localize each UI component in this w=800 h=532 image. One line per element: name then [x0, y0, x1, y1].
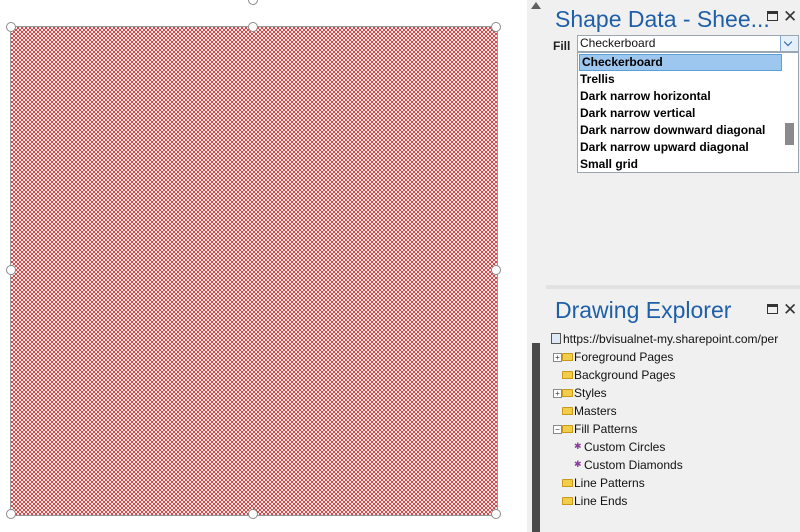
- chevron-down-icon: [783, 37, 793, 47]
- option-dark-narrow-downward-diagonal[interactable]: Dark narrow downward diagonal: [578, 122, 782, 139]
- shape-data-title: Shape Data - Shee...: [555, 6, 770, 32]
- document-icon: [551, 333, 561, 344]
- tree-item-masters[interactable]: Masters: [551, 402, 800, 420]
- fill-dropdown[interactable]: Checkerboard: [577, 35, 799, 52]
- fill-pattern-icon: ✱: [574, 459, 582, 469]
- tree-item-fill-patterns[interactable]: − Fill Patterns: [551, 420, 800, 438]
- tree-item-label: Line Ends: [574, 494, 628, 508]
- tree-item-label: Foreground Pages: [574, 350, 674, 364]
- resize-handle-top-left[interactable]: [6, 22, 16, 32]
- vertical-scrollbar[interactable]: [527, 0, 546, 532]
- fill-pattern-icon: ✱: [574, 441, 582, 451]
- folder-icon: [562, 371, 573, 379]
- resize-handle-top[interactable]: [248, 22, 258, 32]
- tree-item-label: Custom Circles: [584, 440, 666, 454]
- dropdown-button[interactable]: [780, 36, 798, 51]
- drawing-canvas[interactable]: [0, 0, 527, 532]
- tree-item-line-ends[interactable]: Line Ends: [551, 492, 800, 510]
- tree-item-label: Styles: [574, 386, 607, 400]
- resize-handle-bottom-right[interactable]: [491, 509, 501, 519]
- window-icon[interactable]: [767, 11, 778, 21]
- tree-root[interactable]: https://bvisualnet-my.sharepoint.com/per: [551, 330, 800, 348]
- close-icon[interactable]: ✕: [783, 301, 797, 318]
- folder-icon: [562, 389, 573, 397]
- option-checkerboard[interactable]: Checkerboard: [579, 54, 782, 71]
- tree-item-label: Fill Patterns: [574, 422, 638, 436]
- resize-handle-right[interactable]: [491, 265, 501, 275]
- tree-item-background-pages[interactable]: Background Pages: [551, 366, 800, 384]
- resize-handle-top-right[interactable]: [491, 22, 501, 32]
- option-dark-narrow-upward-diagonal[interactable]: Dark narrow upward diagonal: [578, 139, 782, 156]
- side-panels: Shape Data - Shee... ✕ Fill Checkerboard…: [546, 0, 800, 532]
- checkerboard-shape[interactable]: [10, 26, 498, 516]
- tree-item-line-patterns[interactable]: Line Patterns: [551, 474, 800, 492]
- window-icon[interactable]: [767, 304, 778, 314]
- panel-divider[interactable]: [546, 285, 800, 289]
- explorer-tree: https://bvisualnet-my.sharepoint.com/per…: [551, 330, 800, 510]
- tree-item-label: Line Patterns: [574, 476, 645, 490]
- option-dark-narrow-horizontal[interactable]: Dark narrow horizontal: [578, 88, 782, 105]
- folder-icon: [562, 425, 573, 433]
- tree-item-foreground-pages[interactable]: + Foreground Pages: [551, 348, 800, 366]
- tree-item-label: Masters: [574, 404, 617, 418]
- tree-item-styles[interactable]: + Styles: [551, 384, 800, 402]
- resize-handle-bottom-left[interactable]: [6, 509, 16, 519]
- list-scrollbar-thumb[interactable]: [785, 123, 794, 145]
- drawing-explorer-title: Drawing Explorer: [555, 297, 732, 323]
- tree-item-custom-diamonds[interactable]: ✱ Custom Diamonds: [551, 456, 800, 474]
- option-small-grid[interactable]: Small grid: [578, 156, 782, 172]
- scrollbar-thumb[interactable]: [532, 343, 540, 532]
- option-dark-narrow-vertical[interactable]: Dark narrow vertical: [578, 105, 782, 122]
- option-trellis[interactable]: Trellis: [578, 71, 782, 88]
- close-icon[interactable]: ✕: [783, 8, 797, 25]
- minus-box-icon[interactable]: −: [553, 425, 562, 434]
- tree-root-label: https://bvisualnet-my.sharepoint.com/per: [563, 332, 779, 346]
- folder-icon: [562, 497, 573, 505]
- resize-handle-bottom[interactable]: [248, 509, 258, 519]
- plus-box-icon[interactable]: +: [553, 353, 562, 362]
- fill-options-list[interactable]: Checkerboard Trellis Dark narrow horizon…: [577, 52, 799, 173]
- rotation-handle[interactable]: [248, 0, 258, 5]
- tree-item-label: Background Pages: [574, 368, 676, 382]
- folder-icon: [562, 407, 573, 415]
- tree-item-custom-circles[interactable]: ✱ Custom Circles: [551, 438, 800, 456]
- folder-icon: [562, 479, 573, 487]
- fill-dropdown-value: Checkerboard: [580, 36, 656, 50]
- fill-label: Fill: [553, 39, 571, 53]
- plus-box-icon[interactable]: +: [553, 389, 562, 398]
- folder-icon: [562, 353, 573, 361]
- scroll-up-arrow-icon[interactable]: [531, 2, 541, 9]
- resize-handle-left[interactable]: [6, 265, 16, 275]
- tree-item-label: Custom Diamonds: [584, 458, 683, 472]
